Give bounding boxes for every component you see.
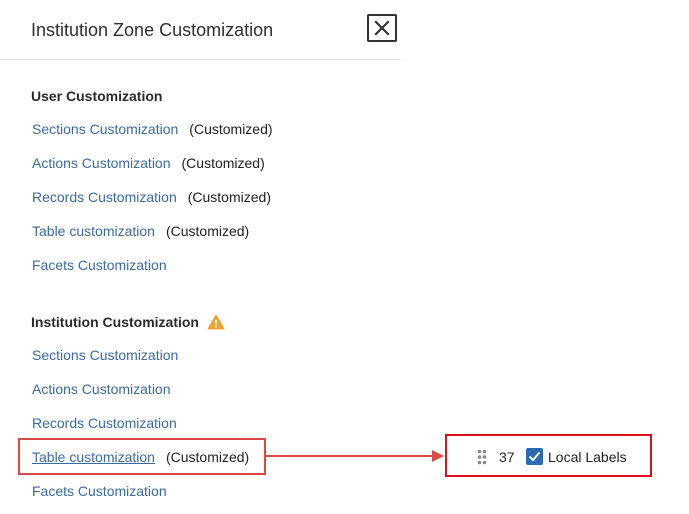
user-sections-customization-link[interactable]: Sections Customization (32, 120, 178, 138)
institution-customization-heading-text: Institution Customization (31, 314, 199, 330)
local-labels-label: Local Labels (548, 449, 627, 465)
user-sections-row: Sections Customization (Customized) (32, 120, 273, 138)
user-facets-customization-link[interactable]: Facets Customization (32, 256, 167, 274)
close-icon (374, 20, 390, 36)
institution-facets-row: Facets Customization (32, 482, 167, 500)
institution-actions-customization-link[interactable]: Actions Customization (32, 380, 171, 398)
user-table-row: Table customization (Customized) (32, 222, 249, 240)
user-actions-customization-link[interactable]: Actions Customization (32, 154, 171, 172)
callout-arrow-icon (266, 450, 444, 462)
checkmark-icon (528, 451, 541, 462)
warning-icon (207, 314, 225, 330)
user-table-customization-link[interactable]: Table customization (32, 222, 155, 240)
close-button[interactable] (367, 14, 397, 42)
page: Institution Zone Customization User Cust… (0, 0, 689, 514)
local-labels-checkbox[interactable] (526, 448, 543, 465)
user-actions-row: Actions Customization (Customized) (32, 154, 265, 172)
institution-facets-customization-link[interactable]: Facets Customization (32, 482, 167, 500)
drag-handle-icon[interactable] (477, 449, 487, 465)
institution-records-customization-link[interactable]: Records Customization (32, 414, 177, 432)
panel-title: Institution Zone Customization (31, 20, 274, 40)
local-labels-column-row: 37 Local Labels (445, 434, 652, 477)
institution-actions-row: Actions Customization (32, 380, 171, 398)
user-sections-status: (Customized) (189, 121, 273, 137)
institution-customization-heading: Institution Customization (31, 313, 225, 331)
user-records-status: (Customized) (187, 189, 271, 205)
user-records-row: Records Customization (Customized) (32, 188, 271, 206)
institution-records-row: Records Customization (32, 414, 177, 432)
user-actions-status: (Customized) (181, 155, 265, 171)
institution-sections-row: Sections Customization (32, 346, 178, 364)
user-customization-heading-text: User Customization (31, 88, 163, 104)
user-customization-heading: User Customization (31, 87, 162, 105)
user-facets-row: Facets Customization (32, 256, 167, 274)
user-table-status: (Customized) (165, 223, 250, 239)
user-records-customization-link[interactable]: Records Customization (32, 188, 177, 206)
table-customization-highlight (18, 438, 266, 475)
customization-panel: Institution Zone Customization User Cust… (0, 0, 401, 514)
header-divider (0, 59, 401, 60)
institution-sections-customization-link[interactable]: Sections Customization (32, 346, 178, 364)
column-count: 37 (499, 449, 515, 465)
